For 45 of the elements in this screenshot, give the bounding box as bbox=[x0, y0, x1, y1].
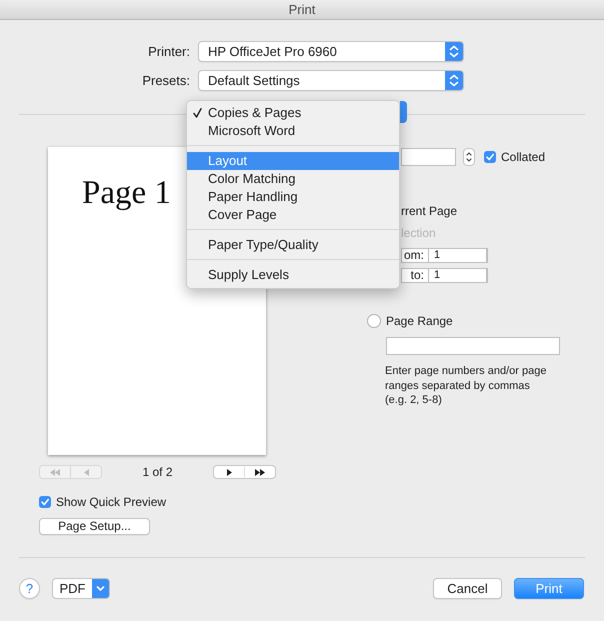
checkbox[interactable] bbox=[484, 151, 496, 163]
cancel-button[interactable]: Cancel bbox=[433, 578, 502, 599]
help-button[interactable]: ? bbox=[19, 578, 40, 599]
page-setup-button[interactable]: Page Setup... bbox=[39, 518, 150, 535]
field-label: om: bbox=[402, 248, 424, 263]
page-number-field[interactable]: 1 bbox=[428, 248, 487, 263]
menu-item[interactable]: Cover Page bbox=[187, 206, 399, 224]
window-title: Print bbox=[288, 2, 316, 18]
right-triangle-icon bbox=[226, 468, 232, 476]
next-page-button[interactable] bbox=[213, 465, 245, 479]
pdf-button[interactable]: PDF bbox=[52, 578, 110, 599]
up-down-chevron-icon bbox=[445, 71, 463, 90]
copies-field[interactable] bbox=[401, 148, 456, 166]
chevron-down-icon bbox=[92, 579, 109, 598]
menu-item[interactable]: Color Matching bbox=[187, 170, 399, 188]
field-label: to: bbox=[410, 268, 424, 283]
checkbox-label: Collated bbox=[501, 150, 546, 164]
menu-item[interactable]: Copies & Pages bbox=[187, 104, 399, 122]
printer-label: Printer: bbox=[147, 44, 190, 60]
stepper-icon[interactable] bbox=[463, 148, 475, 166]
printer-popup[interactable]: HP OfficeJet Pro 6960 bbox=[198, 41, 464, 62]
menu-item[interactable]: Supply Levels bbox=[187, 266, 399, 284]
option-label: lection bbox=[401, 225, 436, 241]
page-number-field[interactable]: 1 bbox=[428, 268, 487, 283]
radio-button[interactable] bbox=[367, 314, 381, 328]
checkbox-label: Show Quick Preview bbox=[56, 495, 166, 509]
checkbox[interactable] bbox=[39, 496, 51, 508]
last-page-button[interactable] bbox=[244, 465, 276, 479]
page-heading: Page 1 bbox=[82, 174, 171, 212]
menu-item[interactable]: Paper Handling bbox=[187, 188, 399, 206]
up-down-chevron-icon bbox=[445, 42, 463, 61]
menu-item[interactable]: Microsoft Word bbox=[187, 122, 399, 140]
double-right-triangle-icon bbox=[255, 468, 265, 476]
hint-text: Enter page numbers and/or page ranges separated by commas (e.g. 2, 5-8) bbox=[385, 364, 546, 408]
presets-popup[interactable]: Default Settings bbox=[198, 70, 464, 91]
radio-label: Page Range bbox=[386, 314, 453, 328]
page-counter: 1 of 2 bbox=[141, 465, 174, 479]
left-triangle-icon bbox=[84, 468, 88, 476]
page-range-field[interactable] bbox=[386, 337, 560, 355]
menu-item[interactable]: Paper Type/Quality bbox=[187, 236, 399, 254]
double-left-triangle-icon bbox=[50, 468, 60, 476]
check-icon bbox=[193, 108, 202, 118]
option-label: rrent Page bbox=[401, 203, 458, 219]
presets-label: Presets: bbox=[141, 72, 190, 88]
section-popup-button[interactable] bbox=[400, 101, 407, 123]
